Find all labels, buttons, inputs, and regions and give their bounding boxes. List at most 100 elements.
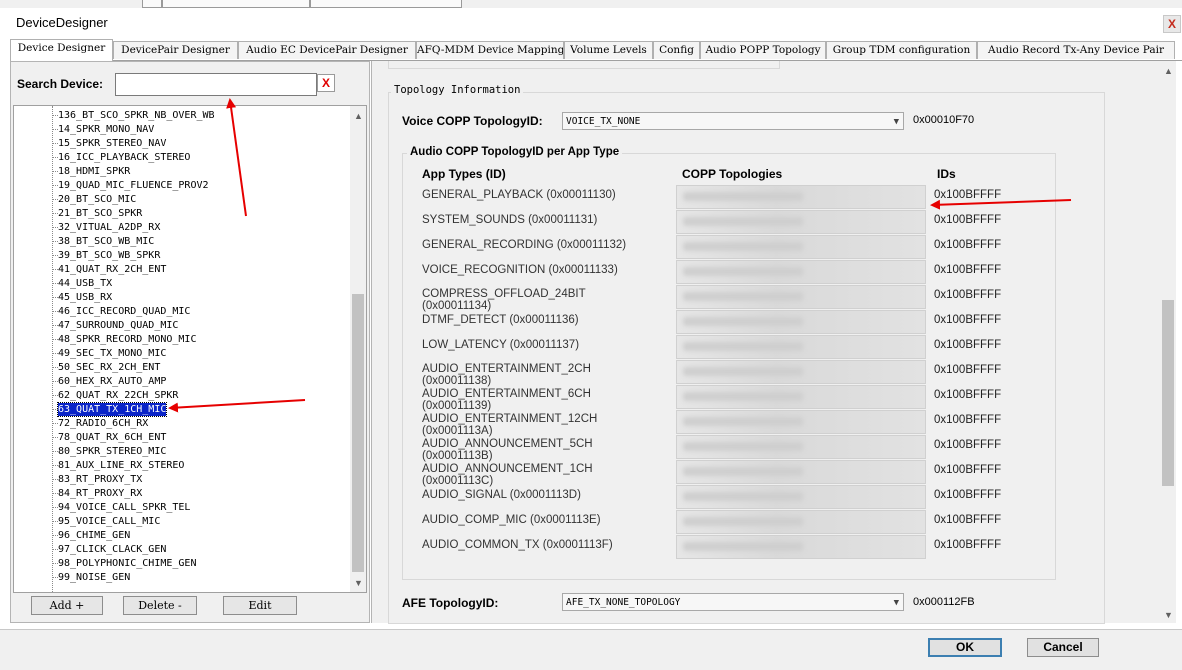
device-tree-item[interactable]: 50_SEC_RX_2CH_ENT [58,361,160,374]
device-tree-item[interactable]: 49_SEC_TX_MONO_MIC [58,347,166,360]
scroll-up-icon[interactable]: ▲ [354,111,363,121]
device-tree-item[interactable]: 46_ICC_RECORD_QUAD_MIC [58,305,190,318]
device-tree-item[interactable]: 48_SPKR_RECORD_MONO_MIC [58,333,196,346]
ok-button[interactable]: OK [928,638,1002,657]
voice-copp-dropdown[interactable]: VOICE_TX_NONE ▼ [562,112,904,130]
scroll-up-icon[interactable]: ▲ [1164,66,1173,76]
copp-topology-dropdown[interactable] [676,410,926,434]
voice-copp-value: VOICE_TX_NONE [566,116,641,127]
device-tree-item[interactable]: 14_SPKR_MONO_NAV [58,123,154,136]
device-tree-item[interactable]: 62_QUAT_RX_22CH_SPKR [58,389,178,402]
tab-config[interactable]: Config [653,41,700,59]
copp-topology-dropdown[interactable] [676,310,926,334]
device-tree-item[interactable]: 41_QUAT_RX_2CH_ENT [58,263,166,276]
window-title: DeviceDesigner [16,15,108,30]
topology-group-label: Topology Information [391,84,524,96]
col-copp-header: COPP Topologies [682,167,783,181]
scroll-down-icon[interactable]: ▼ [354,578,363,588]
device-tree-item[interactable]: 98_POLYPHONIC_CHIME_GEN [58,557,196,570]
device-tree-item[interactable]: 136_BT_SCO_SPKR_NB_OVER_WB [58,109,215,122]
device-tree-item[interactable]: 21_BT_SCO_SPKR [58,207,142,220]
add-device-button[interactable]: Add + [31,596,103,615]
device-tree-item[interactable]: 18_HDMI_SPKR [58,165,130,178]
device-tree-item[interactable]: 15_SPKR_STEREO_NAV [58,137,166,150]
copp-topology-dropdown[interactable] [676,460,926,484]
device-tree-item[interactable]: 80_SPKR_STEREO_MIC [58,445,166,458]
topology-scroll-thumb[interactable] [1162,300,1174,486]
copp-topology-dropdown[interactable] [676,435,926,459]
tab-devicepair-designer[interactable]: DevicePair Designer [113,41,238,59]
copp-topology-dropdown[interactable] [676,260,926,284]
app-type-id: 0x100BFFFF [934,264,1002,276]
copp-topology-redacted-value [683,217,803,226]
tab-afq-mdm-device-mapping[interactable]: AFQ-MDM Device Mapping [416,41,564,59]
device-tree-item[interactable]: 83_RT_PROXY_TX [58,473,142,486]
device-tree-item[interactable]: 95_VOICE_CALL_MIC [58,515,160,528]
copp-topology-dropdown[interactable] [676,285,926,309]
copp-topology-dropdown[interactable] [676,335,926,359]
copp-topology-redacted-value [683,442,803,451]
device-tree-item[interactable]: 94_VOICE_CALL_SPKR_TEL [58,501,190,514]
tab-group-tdm-configuration[interactable]: Group TDM configuration [826,41,977,59]
device-tree-item[interactable]: 84_RT_PROXY_RX [58,487,142,500]
top-strip-segment [142,0,162,8]
app-type-label: GENERAL_RECORDING (0x00011132) [422,239,627,251]
device-tree-item[interactable]: 81_AUX_LINE_RX_STEREO [58,459,184,472]
device-tree-item[interactable]: 96_CHIME_GEN [58,529,130,542]
app-type-label: COMPRESS_OFFLOAD_24BIT (0x00011134) [422,288,586,312]
copp-topology-dropdown[interactable] [676,510,926,534]
copp-topology-dropdown[interactable] [676,360,926,384]
app-type-label: VOICE_RECOGNITION (0x00011133) [422,264,618,276]
voice-copp-label: Voice COPP TopologyID: [402,114,543,128]
device-tree-item[interactable]: 97_CLICK_CLACK_GEN [58,543,166,556]
copp-topology-redacted-value [683,192,803,201]
tab-audio-popp-topology[interactable]: Audio POPP Topology [700,41,826,59]
tab-volume-levels[interactable]: Volume Levels [564,41,653,59]
app-type-id: 0x100BFFFF [934,539,1002,551]
afe-topology-dropdown[interactable]: AFE_TX_NONE_TOPOLOGY ▼ [562,593,904,611]
top-strip-segment [310,0,462,8]
app-type-id: 0x100BFFFF [934,239,1002,251]
device-tree-item[interactable]: 47_SURROUND_QUAD_MIC [58,319,178,332]
device-tree-item[interactable]: 99_NOISE_GEN [58,571,130,584]
app-type-id: 0x100BFFFF [934,464,1002,476]
copp-topology-dropdown[interactable] [676,210,926,234]
device-tree-item[interactable]: 38_BT_SCO_WB_MIC [58,235,154,248]
device-tree-item[interactable]: 32_VITUAL_A2DP_RX [58,221,160,234]
copp-topology-dropdown[interactable] [676,535,926,559]
device-tree-item[interactable]: 20_BT_SCO_MIC [58,193,136,206]
clear-search-button[interactable]: X [317,74,335,92]
scroll-down-icon[interactable]: ▼ [1164,610,1173,620]
device-tree-item[interactable]: 39_BT_SCO_WB_SPKR [58,249,160,262]
device-tree-item[interactable]: 72_RADIO_6CH_RX [58,417,148,430]
app-type-label: DTMF_DETECT (0x00011136) [422,314,579,326]
device-tree-scroll-thumb[interactable] [352,294,364,572]
device-tree-item[interactable]: 19_QUAD_MIC_FLUENCE_PROV2 [58,179,209,192]
copp-topology-dropdown[interactable] [676,185,926,209]
device-tree-item[interactable]: 44_USB_TX [58,277,112,290]
device-tree-item[interactable]: 63_QUAT_TX_1CH_MIC [56,402,168,417]
cancel-button[interactable]: Cancel [1027,638,1099,657]
tab-audio-ec-devicepair-designer[interactable]: Audio EC DevicePair Designer [238,41,416,59]
device-tree-item[interactable]: 16_ICC_PLAYBACK_STEREO [58,151,190,164]
app-type-label: AUDIO_ENTERTAINMENT_2CH (0x00011138) [422,363,591,387]
tab-device-designer[interactable]: Device Designer [10,39,113,61]
edit-device-button[interactable]: Edit [223,596,297,615]
col-ids-header: IDs [937,167,956,181]
chevron-down-icon: ▼ [893,117,899,127]
app-type-label: AUDIO_COMP_MIC (0x0001113E) [422,514,601,526]
device-tree-item[interactable]: 60_HEX_RX_AUTO_AMP [58,375,166,388]
copp-topology-dropdown[interactable] [676,235,926,259]
search-input[interactable] [115,73,317,96]
device-tree-item[interactable]: 78_QUAT_RX_6CH_ENT [58,431,166,444]
copp-topology-redacted-value [683,517,803,526]
app-type-id: 0x100BFFFF [934,389,1002,401]
device-tree-item[interactable]: 45_USB_RX [58,291,112,304]
tab-audio-record-tx-any-device-pair[interactable]: Audio Record Tx-Any Device Pair [977,41,1175,59]
delete-device-button[interactable]: Delete - [123,596,197,615]
close-icon[interactable]: X [1163,15,1181,33]
copp-topology-dropdown[interactable] [676,485,926,509]
search-label: Search Device: [17,77,104,91]
copp-topology-dropdown[interactable] [676,385,926,409]
device-tree[interactable]: 136_BT_SCO_SPKR_NB_OVER_WB 14_SPKR_MONO_N… [13,105,367,593]
